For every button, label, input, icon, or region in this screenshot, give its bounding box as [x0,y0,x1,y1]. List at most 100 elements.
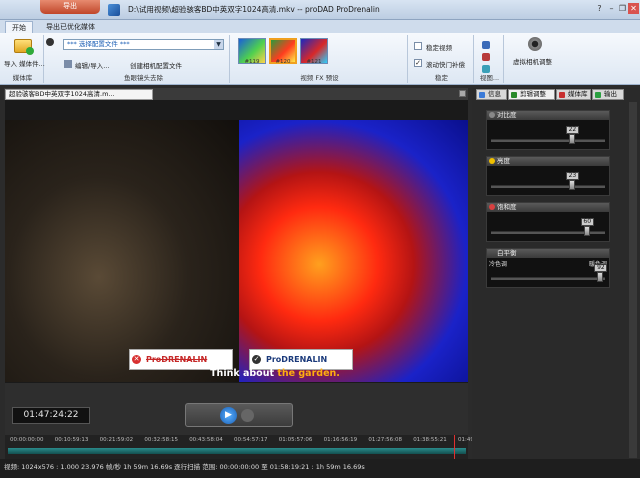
slider-icon [489,204,495,210]
side-tab-1[interactable]: 剪辑调整 [508,89,555,100]
side-tab-3[interactable]: 输出 [592,89,624,100]
stabilize-checkbox[interactable] [414,42,422,50]
edit-icon [64,60,72,68]
timeline-tick-label: 01:38:55:21 [413,437,447,443]
side-tab-label: 媒体库 [568,90,588,98]
check-icon: ✓ [252,355,261,364]
slider-track[interactable] [491,139,605,142]
view-split-icon[interactable] [482,53,490,61]
timecode-display: 01:47:24:22 [12,407,90,424]
slider-label: 对比度 [497,111,517,119]
slider-header: 对比度 [487,111,609,120]
timeline-tick-label: 00:00:00:00 [10,437,44,443]
group-label: 视图... [479,74,500,82]
watermark-after-text: ProDRENALIN [266,355,328,364]
panel-menu-icon[interactable] [459,90,466,97]
stabilize-label: 稳定视频 [426,44,452,52]
slider-panel-1: 亮度 23 [486,156,610,196]
slider-value: 60 [580,218,594,226]
rolling-shutter-checkbox[interactable]: ✓ [414,59,422,67]
timeline-playhead[interactable] [454,435,456,459]
timeline-tick-label: 01:05:57:06 [278,437,313,443]
playback-controls: 01:47:24:22 ▶ [5,383,468,435]
import-media-button[interactable]: 导入 媒体件... [4,58,45,68]
subtitle: Think about the garden. [175,368,375,379]
slider-header: 亮度 [487,157,609,166]
timeline-tick-label: 00:54:57:17 [234,437,268,443]
group-stabilize: 稳定视频 ✓ 滚动快门补偿 稳定 [410,35,474,83]
virtual-camera-button[interactable]: 虚拟相机调整 [513,56,552,66]
window-title: D:\试用视频\超验骇客BD中英双字1024高清.mkv -- proDAD P… [128,5,380,14]
close-button[interactable]: ✕ [628,3,639,14]
maximize-button[interactable]: ❐ [617,3,628,14]
slider-value: 92 [594,264,608,272]
status-bar: 视频: 1024x576 : 1.000 23.976 帧/秒 1h 59m 1… [0,459,640,478]
ribbon-tabs: 开始 导出已优化媒体 [0,20,640,34]
transport-bar: ▶ [185,403,293,427]
timeline-tick-label: 00:10:59:13 [54,437,89,443]
view-single-icon[interactable] [482,41,490,49]
side-tab-0[interactable]: 信息 [476,89,507,100]
slider-label: 亮度 [497,157,510,165]
group-label: 视频 FX 预设 [300,74,339,82]
slider-value: 22 [565,126,579,134]
slider-knob[interactable] [597,272,604,282]
stop-icon[interactable] [241,409,254,422]
processed-frame [239,120,468,382]
slider-knob[interactable] [568,180,575,190]
chevron-down-icon: ▼ [214,40,223,49]
slider-knob[interactable] [583,226,590,236]
slider-header: 饱和度 [487,203,609,212]
group-view: 视图... [476,35,504,83]
slider-track[interactable] [491,185,605,188]
timeline-tick-label: 00:21:59:02 [99,437,134,443]
help-button[interactable]: ? [594,3,605,14]
original-frame [5,120,239,382]
tab-icon [559,92,565,98]
slider-label: 饱和度 [497,203,517,211]
add-icon [26,47,34,55]
camera-preset-select[interactable]: *** 选择配置文件 *** ▼ [63,39,224,50]
group-label: 媒体库 [12,74,33,82]
record-icon[interactable] [46,38,54,46]
slider-label: 白平衡 [497,249,517,257]
video-tab[interactable]: 超验骇客BD中英双字1024高清.m... [5,89,153,100]
side-tab-label: 剪辑调整 [520,90,546,98]
timeline[interactable]: 00:00:00:00 00:10:59:13 00:21:59:02 00:32:5… [5,435,492,459]
timeline-tick-label: 00:43:58:04 [189,437,223,443]
group-label: 稳定 [435,74,448,82]
timeline-tick-label: 01:27:56:08 [368,437,402,443]
fx-preset-label: #121 [306,59,322,65]
fx-preset-label: #120 [275,59,291,65]
tab-icon [595,92,601,98]
preset-select-value: *** 选择配置文件 *** [67,40,130,48]
side-tab-label: 输出 [604,90,617,98]
watermark-after: ✓ ProDRENALIN [249,349,353,370]
x-icon: ✕ [132,355,141,364]
timeline-tick-label: 01:16:56:19 [323,437,358,443]
minimize-button[interactable]: – [606,3,617,14]
create-camera-profile-button[interactable]: 创建相机配置文件 [130,60,182,70]
side-panel: 信息剪辑调整媒体库输出对比度22亮度23饱和度60白平衡冷色调暖色调92 [472,88,640,459]
timeline-tick-label: 00:32:58:15 [144,437,178,443]
slider-value: 23 [565,172,579,180]
tab-icon [511,92,517,98]
app-logo-icon [108,4,120,16]
rolling-shutter-label: 滚动快门补偿 [426,61,465,69]
app-menu-button[interactable]: 导出 [40,0,100,14]
watermark-before: ✕ ProDRENALIN [129,349,233,370]
slider-track[interactable] [491,277,605,280]
side-scrollbar[interactable] [629,102,637,458]
slider-knob[interactable] [568,134,575,144]
side-tab-2[interactable]: 媒体库 [556,89,591,100]
edit-import-button[interactable]: 编辑/导入... [75,60,109,70]
slider-icon [489,112,495,118]
group-media-library: 导入 媒体件... 媒体库 [2,35,45,83]
play-icon[interactable]: ▶ [220,407,237,424]
camera-icon [528,37,542,51]
video-preview[interactable]: ✕ ProDRENALIN ✓ ProDRENALIN Think about … [5,100,468,383]
slider-left-label: 冷色调 [489,261,508,268]
timeline-track[interactable] [8,448,466,454]
fx-preset-label: #119 [244,59,260,65]
group-label: 鱼眼镜头去除 [124,74,163,82]
